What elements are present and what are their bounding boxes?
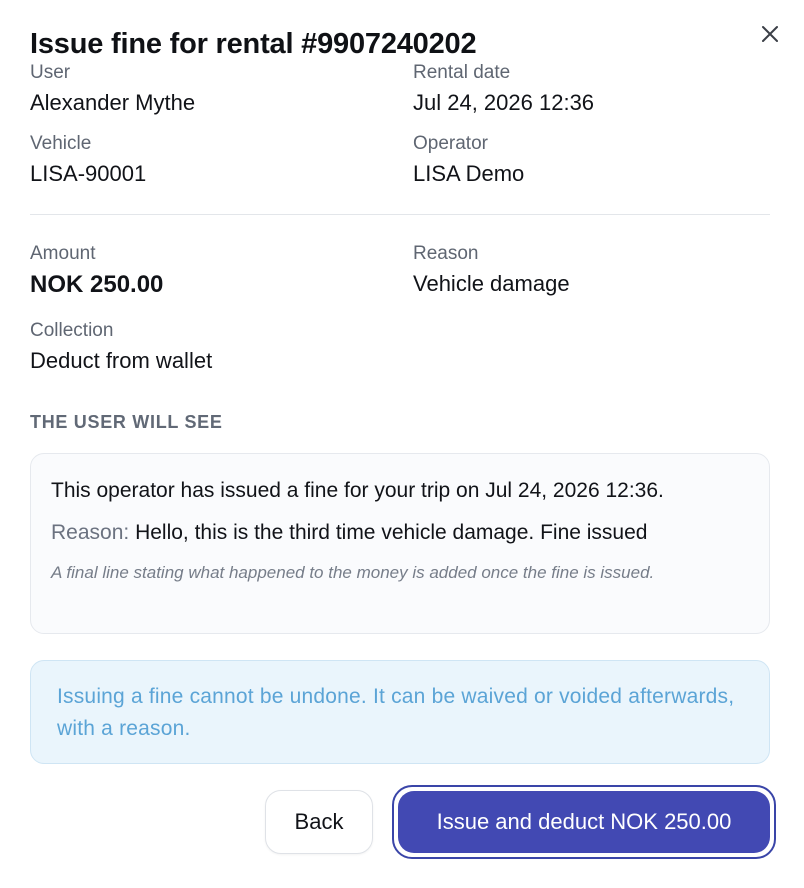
reason-label: Reason: [413, 243, 479, 264]
info-banner: Issuing a fine cannot be undone. It can …: [30, 660, 770, 764]
close-button[interactable]: [756, 20, 784, 48]
collection-label: Collection: [30, 320, 114, 341]
preview-reason: Reason: Hello, this is the third time ve…: [51, 520, 749, 546]
preview-note: A final line stating what happened to th…: [51, 563, 655, 582]
reason-field: Reason Vehicle damage: [413, 243, 570, 297]
preview-reason-label: Reason:: [51, 521, 130, 544]
collection-value: Deduct from wallet: [30, 348, 213, 373]
issue-and-deduct-label: Issue and deduct NOK 250.00: [398, 791, 770, 853]
dialog-title: Issue fine for rental #9907240202: [30, 28, 477, 60]
user-value: Alexander Mythe: [30, 90, 196, 115]
operator-label: Operator: [413, 133, 488, 154]
user-preview-card: This operator has issued a fine for your…: [30, 453, 770, 634]
operator-value: LISA Demo: [413, 161, 525, 186]
amount-value: NOK 250.00: [30, 271, 164, 298]
amount-label: Amount: [30, 243, 96, 264]
info-text: Issuing a fine cannot be undone. It can …: [57, 685, 735, 740]
back-button[interactable]: Back: [265, 790, 373, 854]
user-preview-heading: THE USER WILL SEE: [30, 412, 223, 432]
rental-date-field: Rental date Jul 24, 2026 12:36: [413, 62, 594, 116]
issue-and-deduct-button[interactable]: Issue and deduct NOK 250.00: [392, 785, 776, 859]
collection-field: Collection Deduct from wallet: [30, 320, 212, 374]
vehicle-label: Vehicle: [30, 133, 92, 154]
rental-date-label: Rental date: [413, 62, 511, 83]
reason-value: Vehicle damage: [413, 271, 570, 296]
preview-reason-text: Hello, this is the third time vehicle da…: [135, 521, 648, 544]
issue-fine-dialog: Issue fine for rental #9907240202 User A…: [0, 0, 804, 888]
close-icon[interactable]: [761, 25, 779, 43]
user-label: User: [30, 62, 71, 83]
amount-field: Amount NOK 250.00: [30, 243, 163, 298]
vehicle-value: LISA-90001: [30, 161, 147, 186]
user-field: User Alexander Mythe: [30, 62, 195, 116]
vehicle-field: Vehicle LISA-90001: [30, 133, 146, 187]
preview-message: This operator has issued a fine for your…: [51, 479, 664, 502]
operator-field: Operator LISA Demo: [413, 133, 524, 187]
section-divider: [30, 214, 770, 215]
rental-date-value: Jul 24, 2026 12:36: [413, 90, 595, 115]
